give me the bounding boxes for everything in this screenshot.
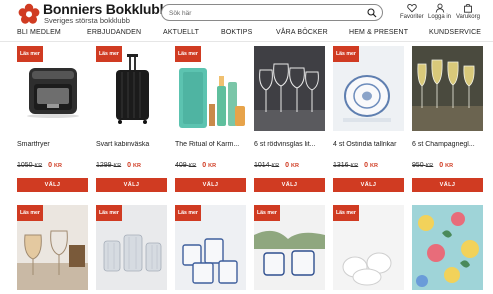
read-more-badge[interactable]: Läs mer — [333, 205, 359, 221]
old-price: 409 KR — [175, 162, 197, 169]
product-image-glassware[interactable]: Läs mer — [96, 205, 167, 290]
nav-divider — [0, 41, 493, 42]
nav-item-erbjudanden[interactable]: ERBJUDANDEN — [87, 29, 141, 36]
cart-label: Varukorg — [456, 14, 480, 20]
user-icon — [435, 3, 444, 13]
product-image-white-mugs[interactable]: Läs mer — [333, 205, 404, 290]
choose-button[interactable]: VÄLJ — [333, 178, 404, 192]
search-input[interactable] — [169, 8, 359, 18]
read-more-badge[interactable]: Läs mer — [175, 46, 201, 62]
nav-item-bli-medlem[interactable]: BLI MEDLEM — [17, 29, 61, 36]
search-icon[interactable] — [367, 8, 377, 18]
choose-button[interactable]: VÄLJ — [175, 178, 246, 192]
read-more-badge[interactable]: Läs mer — [333, 46, 359, 62]
product-name[interactable]: 4 st Ostindia tallrikar — [333, 141, 404, 148]
product-price: 1014 KR 0 KR — [254, 162, 299, 169]
flower-logo-icon[interactable] — [17, 3, 41, 25]
read-more-badge[interactable]: Läs mer — [17, 205, 43, 221]
product-name[interactable]: Svart kabinväska — [96, 141, 167, 148]
product-image-air-fryer[interactable]: Läs mer — [17, 46, 88, 131]
new-price: 0 KR — [202, 162, 217, 169]
product-price: 1316 KR 0 KR — [333, 162, 378, 169]
choose-button[interactable]: VÄLJ — [17, 178, 88, 192]
product-name[interactable]: 6 st Champagnegl... — [412, 141, 483, 148]
brand[interactable]: Bonniers Bokklubb Sveriges största bokkl… — [43, 2, 168, 25]
brand-title: Bonniers Bokklubb — [43, 1, 168, 17]
product-name[interactable]: The Ritual of Karm... — [175, 141, 246, 148]
product-price: 950 KR 0 KR — [412, 162, 453, 169]
product-image-plates[interactable]: Läs mer — [333, 46, 404, 131]
shopping-bag-icon — [464, 4, 472, 13]
nav-item-kundservice[interactable]: KUNDSERVICE — [429, 29, 481, 36]
new-price: 0 KR — [364, 162, 378, 169]
product-name[interactable]: Smartfryer — [17, 141, 88, 148]
new-price: 0 KR — [285, 162, 299, 169]
login-label: Logga in — [428, 14, 452, 20]
cart-button[interactable]: Varukorg — [456, 3, 480, 21]
old-price: 1050 KR — [17, 162, 43, 169]
product-price: 1299 KR 0 KR — [96, 162, 141, 169]
main-nav: BLI MEDLEM ERBJUDANDEN AKTUELLT BOKTIPS … — [0, 29, 493, 41]
favorites-button[interactable]: Favoriter — [400, 3, 424, 21]
new-price: 0 KR — [127, 162, 141, 169]
choose-button[interactable]: VÄLJ — [254, 178, 325, 192]
read-more-badge[interactable]: Läs mer — [96, 205, 122, 221]
search-box[interactable] — [161, 4, 383, 21]
choose-button[interactable]: VÄLJ — [412, 178, 483, 192]
product-image-wine-glasses[interactable] — [254, 46, 325, 131]
read-more-badge[interactable]: Läs mer — [96, 46, 122, 62]
product-image-ritual-set[interactable]: Läs mer — [175, 46, 246, 131]
old-price: 1299 KR — [96, 162, 122, 169]
read-more-badge[interactable]: Läs mer — [175, 205, 201, 221]
new-price: 0 KR — [439, 162, 454, 169]
nav-item-vara-bocker[interactable]: VÅRA BÖCKER — [276, 29, 328, 36]
product-image-floral-pattern[interactable] — [412, 205, 483, 290]
heart-icon — [407, 3, 417, 13]
product-image-glasses-set[interactable]: Läs mer — [17, 205, 88, 290]
old-price: 1316 KR — [333, 162, 359, 169]
favorites-label: Favoriter — [400, 14, 424, 20]
product-image-suitcase[interactable]: Läs mer — [96, 46, 167, 131]
read-more-badge[interactable]: Läs mer — [17, 46, 43, 62]
old-price: 1014 KR — [254, 162, 280, 169]
new-price: 0 KR — [48, 162, 62, 169]
old-price: 950 KR — [412, 162, 434, 169]
login-button[interactable]: Logga in — [428, 3, 451, 21]
nav-item-aktuellt[interactable]: AKTUELLT — [163, 29, 199, 36]
brand-subtitle: Sveriges största bokklubb — [44, 16, 130, 25]
product-image-blue-cups[interactable]: Läs mer — [175, 205, 246, 290]
product-name[interactable]: 6 st rödvinsglas lit... — [254, 141, 325, 148]
site-header: Bonniers Bokklubb Sveriges största bokkl… — [0, 0, 493, 26]
product-price: 409 KR 0 KR — [175, 162, 216, 169]
product-price: 1050 KR 0 KR — [17, 162, 62, 169]
nav-item-boktips[interactable]: BOKTIPS — [221, 29, 252, 36]
product-image-champagne-glasses[interactable] — [412, 46, 483, 131]
product-image-mugs[interactable]: Läs mer — [254, 205, 325, 290]
read-more-badge[interactable]: Läs mer — [254, 205, 280, 221]
nav-item-hem-present[interactable]: HEM & PRESENT — [349, 29, 408, 36]
choose-button[interactable]: VÄLJ — [96, 178, 167, 192]
